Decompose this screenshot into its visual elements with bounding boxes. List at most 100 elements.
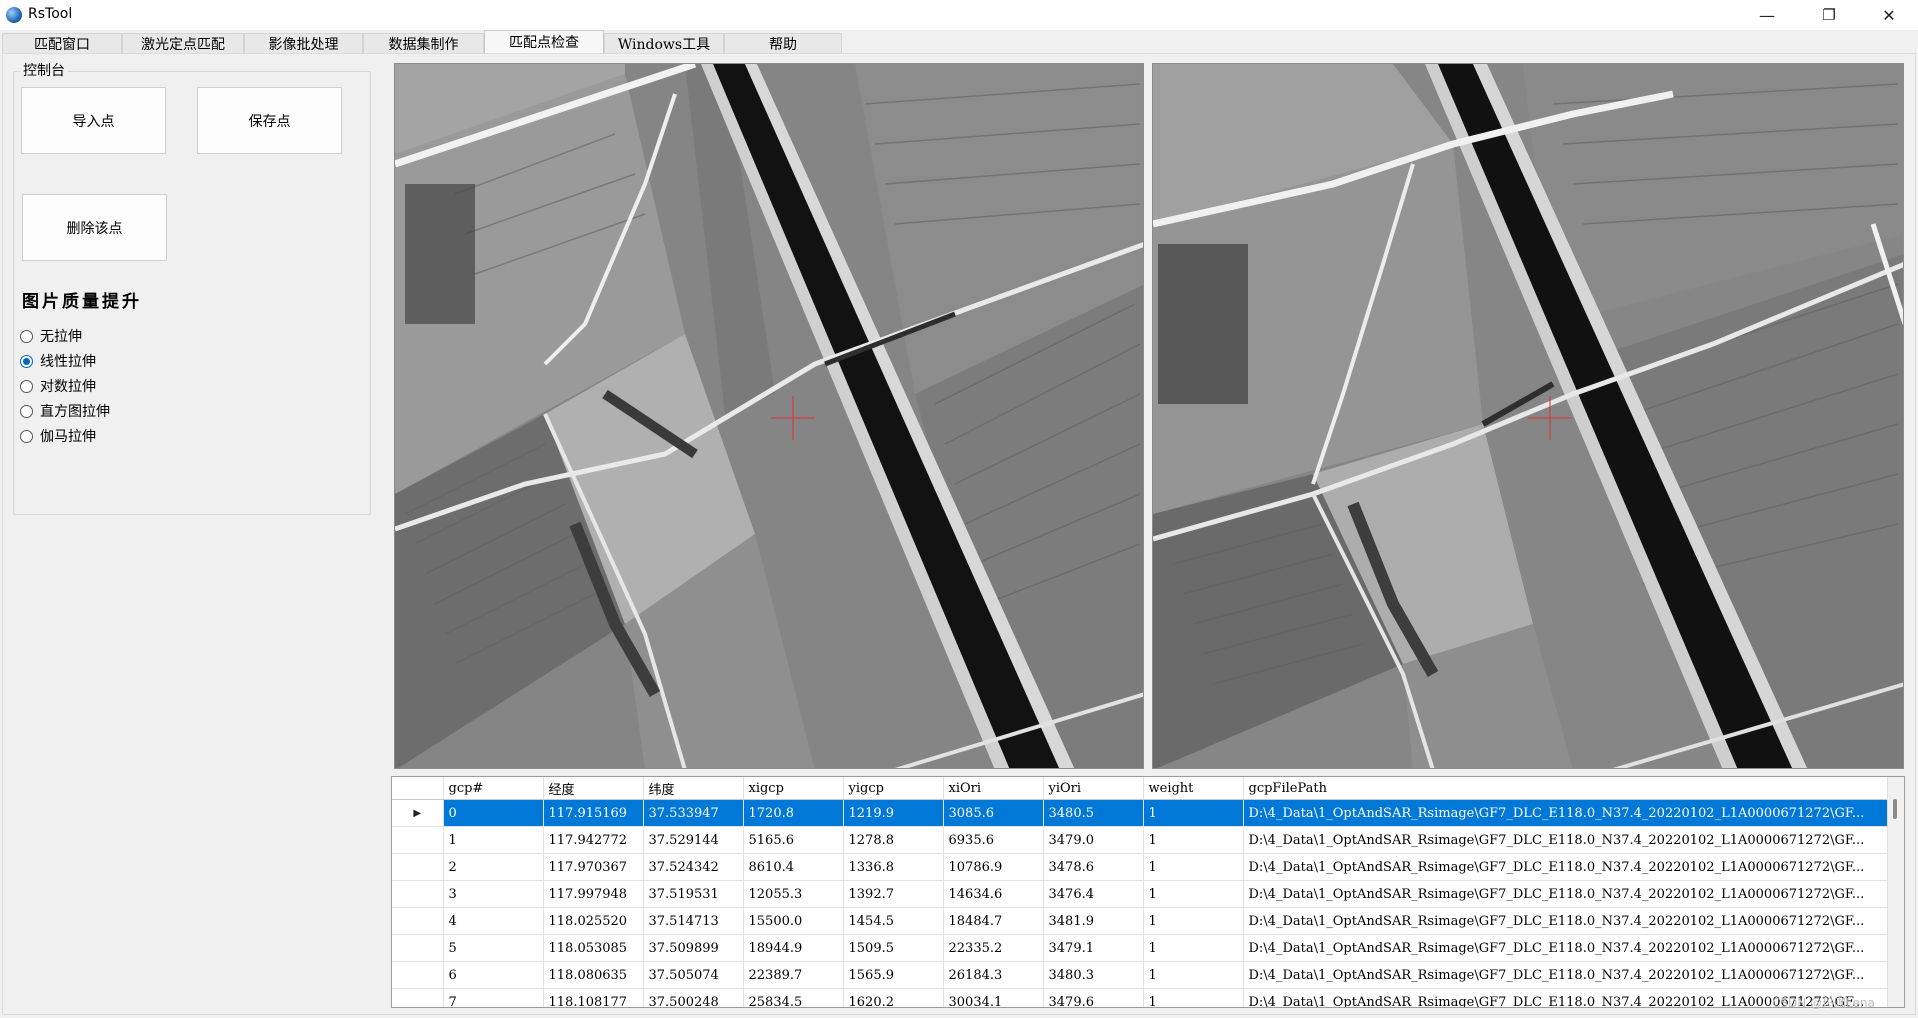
- table-cell[interactable]: 3480.5: [1043, 799, 1144, 827]
- table-cell[interactable]: D:\4_Data\1_OptAndSAR_Rsimage\GF7_DLC_E1…: [1243, 826, 1890, 854]
- table-cell[interactable]: 37.509899: [643, 934, 744, 962]
- table-cell[interactable]: 10786.9: [943, 853, 1044, 881]
- satellite-image-right[interactable]: [1153, 64, 1904, 769]
- table-cell[interactable]: D:\4_Data\1_OptAndSAR_Rsimage\GF7_DLC_E1…: [1243, 961, 1890, 989]
- table-cell[interactable]: 3476.4: [1043, 880, 1144, 908]
- column-header[interactable]: xiOri: [943, 777, 1044, 800]
- table-cell[interactable]: 37.505074: [643, 961, 744, 989]
- table-cell[interactable]: 3478.6: [1043, 853, 1144, 881]
- table-cell[interactable]: 1620.2: [843, 988, 944, 1007]
- table-cell[interactable]: 3: [443, 880, 544, 908]
- table-cell[interactable]: 5: [443, 934, 544, 962]
- row-header[interactable]: ▶: [392, 799, 444, 827]
- table-cell[interactable]: 2: [443, 853, 544, 881]
- table-cell[interactable]: 26184.3: [943, 961, 1044, 989]
- table-cell[interactable]: 37.533947: [643, 799, 744, 827]
- table-cell[interactable]: 1: [1143, 853, 1244, 881]
- table-cell[interactable]: 5165.6: [743, 826, 844, 854]
- table-cell[interactable]: 22335.2: [943, 934, 1044, 962]
- table-cell[interactable]: 1278.8: [843, 826, 944, 854]
- table-cell[interactable]: 1336.8: [843, 853, 944, 881]
- table-cell[interactable]: 1: [1143, 826, 1244, 854]
- table-row[interactable]: 4 118.025520 37.514713 15500.0 1454.5 18484.7…: [392, 907, 1890, 935]
- gcp-data-grid[interactable]: gcp# 经度 纬度 xigcp yigcp xiOri yiOri weigh…: [391, 776, 1905, 1008]
- close-button[interactable]: ✕: [1866, 0, 1912, 30]
- table-cell[interactable]: 30034.1: [943, 988, 1044, 1007]
- table-cell[interactable]: 3479.6: [1043, 988, 1144, 1007]
- column-header[interactable]: xigcp: [743, 777, 844, 800]
- table-cell[interactable]: 1: [1143, 934, 1244, 962]
- table-cell[interactable]: 3480.3: [1043, 961, 1144, 989]
- radio-circle[interactable]: [20, 379, 33, 393]
- table-cell[interactable]: D:\4_Data\1_OptAndSAR_Rsimage\GF7_DLC_E1…: [1243, 934, 1890, 962]
- column-header[interactable]: gcpFilePath: [1243, 777, 1890, 800]
- table-cell[interactable]: 7: [443, 988, 544, 1007]
- table-cell[interactable]: D:\4_Data\1_OptAndSAR_Rsimage\GF7_DLC_E1…: [1243, 907, 1890, 935]
- table-cell[interactable]: 3479.0: [1043, 826, 1144, 854]
- table-row[interactable]: 1 117.942772 37.529144 5165.6 1278.8 6935.6 34…: [392, 826, 1890, 854]
- row-header[interactable]: [392, 853, 444, 881]
- table-cell[interactable]: 3479.1: [1043, 934, 1144, 962]
- tab-windows-tools[interactable]: Windows工具: [604, 33, 724, 53]
- table-cell[interactable]: D:\4_Data\1_OptAndSAR_Rsimage\GF7_DLC_E1…: [1243, 853, 1890, 881]
- table-cell[interactable]: 1: [1143, 799, 1244, 827]
- table-cell[interactable]: 4: [443, 907, 544, 935]
- table-cell[interactable]: 118.025520: [543, 907, 644, 935]
- table-cell[interactable]: D:\4_Data\1_OptAndSAR_Rsimage\GF7_DLC_E1…: [1243, 880, 1890, 908]
- table-cell[interactable]: 12055.3: [743, 880, 844, 908]
- table-row[interactable]: 6 118.080635 37.505074 22389.7 1565.9 26184.3…: [392, 961, 1890, 989]
- tab-dataset-make[interactable]: 数据集制作: [363, 33, 484, 53]
- scrollbar-thumb[interactable]: [1893, 799, 1897, 819]
- radio-no-stretch[interactable]: 无拉伸: [20, 326, 82, 346]
- tab-help[interactable]: 帮助: [724, 33, 842, 53]
- column-header[interactable]: 纬度: [643, 777, 744, 800]
- table-cell[interactable]: 1392.7: [843, 880, 944, 908]
- table-cell[interactable]: 18944.9: [743, 934, 844, 962]
- table-cell[interactable]: 37.514713: [643, 907, 744, 935]
- minimize-button[interactable]: —: [1744, 0, 1790, 30]
- row-header[interactable]: [392, 907, 444, 935]
- column-header[interactable]: yiOri: [1043, 777, 1144, 800]
- table-cell[interactable]: 37.529144: [643, 826, 744, 854]
- tab-laser-point-match[interactable]: 激光定点匹配: [122, 33, 244, 53]
- table-cell[interactable]: 6: [443, 961, 544, 989]
- radio-log-stretch[interactable]: 对数拉伸: [20, 376, 96, 396]
- table-cell[interactable]: 3085.6: [943, 799, 1044, 827]
- column-header[interactable]: gcp#: [443, 777, 544, 800]
- table-cell[interactable]: 117.942772: [543, 826, 644, 854]
- table-cell[interactable]: 1565.9: [843, 961, 944, 989]
- table-cell[interactable]: 1: [1143, 880, 1244, 908]
- row-header[interactable]: [392, 826, 444, 854]
- table-cell[interactable]: 117.915169: [543, 799, 644, 827]
- table-cell[interactable]: 6935.6: [943, 826, 1044, 854]
- target-image-view[interactable]: [1152, 63, 1904, 769]
- table-cell[interactable]: 118.080635: [543, 961, 644, 989]
- table-row[interactable]: 7 118.108177 37.500248 25834.5 1620.2 30034.1…: [392, 988, 1890, 1007]
- table-cell[interactable]: 14634.6: [943, 880, 1044, 908]
- table-cell[interactable]: 8610.4: [743, 853, 844, 881]
- table-cell[interactable]: 117.997948: [543, 880, 644, 908]
- radio-circle[interactable]: [20, 429, 33, 443]
- table-cell[interactable]: 117.970367: [543, 853, 644, 881]
- table-cell[interactable]: 1: [1143, 907, 1244, 935]
- import-points-button[interactable]: 导入点: [21, 87, 166, 154]
- table-cell[interactable]: 15500.0: [743, 907, 844, 935]
- table-cell[interactable]: 37.500248: [643, 988, 744, 1007]
- row-header[interactable]: [392, 934, 444, 962]
- grid-vertical-scrollbar[interactable]: [1887, 777, 1904, 1007]
- gcp-table[interactable]: gcp# 经度 纬度 xigcp yigcp xiOri yiOri weigh…: [392, 777, 1890, 1007]
- radio-circle[interactable]: [20, 404, 33, 418]
- radio-histogram-stretch[interactable]: 直方图拉伸: [20, 401, 110, 421]
- radio-circle-checked[interactable]: [20, 354, 33, 368]
- reference-image-view[interactable]: [394, 63, 1144, 769]
- table-cell[interactable]: 1509.5: [843, 934, 944, 962]
- table-row[interactable]: 3 117.997948 37.519531 12055.3 1392.7 14634.6…: [392, 880, 1890, 908]
- table-cell[interactable]: 3481.9: [1043, 907, 1144, 935]
- row-header[interactable]: [392, 961, 444, 989]
- table-cell[interactable]: 1219.9: [843, 799, 944, 827]
- table-row[interactable]: 2 117.970367 37.524342 8610.4 1336.8 10786.9 3…: [392, 853, 1890, 881]
- column-header[interactable]: weight: [1143, 777, 1244, 800]
- tab-match-point-check[interactable]: 匹配点检查: [484, 30, 604, 53]
- delete-point-button[interactable]: 删除该点: [22, 194, 167, 261]
- radio-circle[interactable]: [20, 329, 33, 343]
